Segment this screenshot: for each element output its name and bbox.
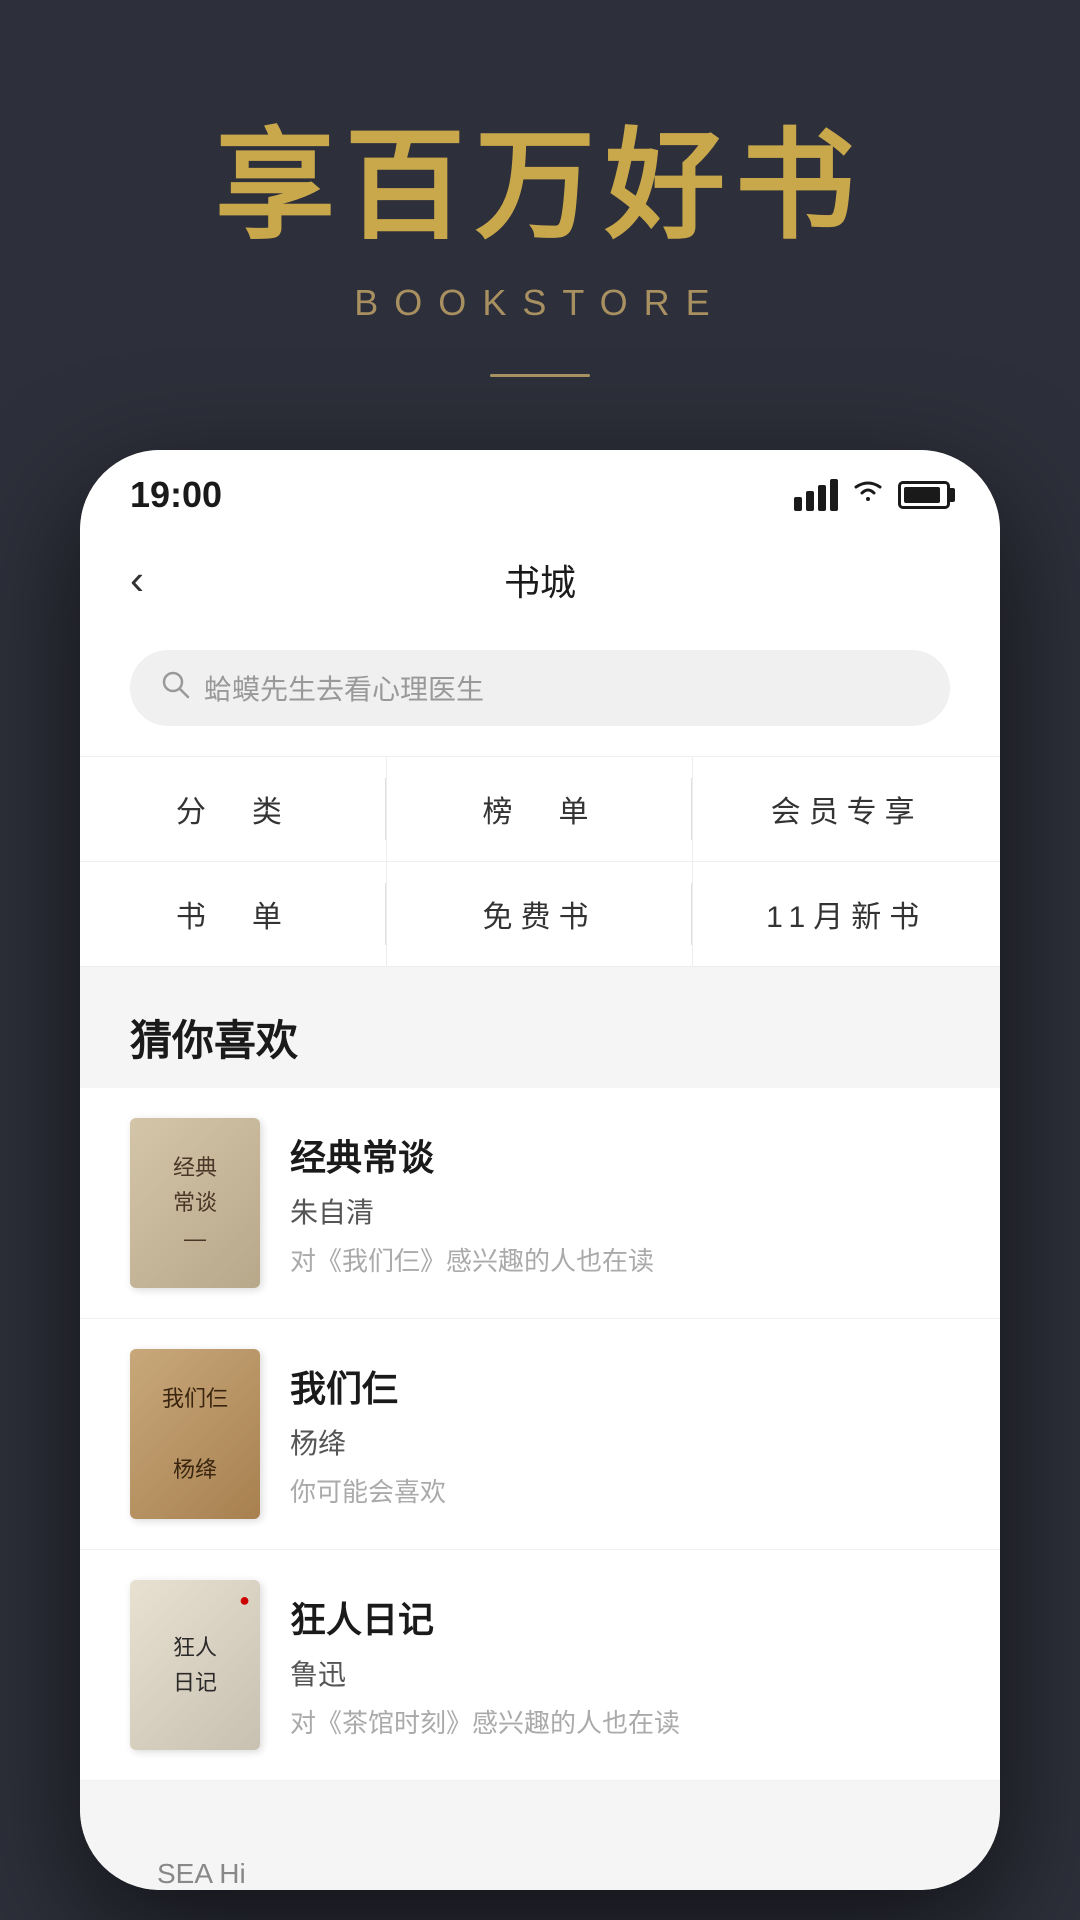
category-grid: 分 类 榜 单 会员专享 书 单 免费书 11月新书 [80,756,1000,967]
book-cover-text-1: 经典常谈— [173,1150,217,1256]
book-info-2: 我们仨 杨绛 你可能会喜欢 [290,1360,950,1509]
search-bar[interactable]: 蛤蟆先生去看心理医生 [130,650,950,726]
book-info-3: 狂人日记 鲁迅 对《茶馆时刻》感兴趣的人也在读 [290,1591,950,1740]
recommendations-header: 猜你喜欢 [80,967,1000,1088]
hero-section: 享百万好书 BOOKSTORE [0,0,1080,377]
book-title-3: 狂人日记 [290,1591,950,1643]
status-icons [794,477,950,513]
category-item-vip[interactable]: 会员专享 [693,757,1000,862]
bottom-hint-text: SEA Hi [157,1858,246,1890]
book-cover-text-2: 我们仨杨绛 [162,1381,228,1487]
search-container: 蛤蟆先生去看心理医生 [80,630,1000,756]
search-placeholder-text: 蛤蟆先生去看心理医生 [204,668,484,708]
category-item-free[interactable]: 免费书 [387,862,694,967]
signal-bar-3 [818,485,826,511]
hero-title: 享百万好书 [0,120,1080,252]
status-bar: 19:00 [80,450,1000,530]
category-item-rankings[interactable]: 榜 单 [387,757,694,862]
search-icon [160,669,190,707]
book-cover-2: 我们仨杨绛 [130,1349,260,1519]
book-list: 经典常谈— 经典常谈 朱自清 对《我们仨》感兴趣的人也在读 我们仨杨绛 我们仨 [80,1088,1000,1781]
recommendations-section: 猜你喜欢 经典常谈— 经典常谈 朱自清 对《我们仨》感兴趣的人也在读 [80,967,1000,1890]
wifi-icon [850,477,886,513]
back-button[interactable]: ‹ [130,559,144,601]
book-desc-1: 对《我们仨》感兴趣的人也在读 [290,1241,950,1278]
book-desc-3: 对《茶馆时刻》感兴趣的人也在读 [290,1703,950,1740]
signal-bar-4 [830,479,838,511]
book-cover-text-3: 狂人日记 [173,1630,217,1700]
nav-title: 书城 [504,554,576,606]
nav-bar: ‹ 书城 [80,530,1000,630]
signal-bar-2 [806,491,814,511]
book-author-2: 杨绛 [290,1422,950,1462]
book-desc-2: 你可能会喜欢 [290,1472,950,1509]
battery-icon [898,481,950,509]
status-time: 19:00 [130,474,222,516]
book-item-3[interactable]: ● 狂人日记 狂人日记 鲁迅 对《茶馆时刻》感兴趣的人也在读 [80,1550,1000,1781]
book-cover-3: ● 狂人日记 [130,1580,260,1750]
book-author-1: 朱自清 [290,1191,950,1231]
divider [385,778,386,840]
book-badge: ● [239,1590,250,1611]
book-item-2[interactable]: 我们仨杨绛 我们仨 杨绛 你可能会喜欢 [80,1319,1000,1550]
battery-fill [904,487,940,503]
divider [385,883,386,945]
category-item-classify[interactable]: 分 类 [80,757,387,862]
book-author-3: 鲁迅 [290,1653,950,1693]
signal-bar-1 [794,497,802,511]
book-cover-1: 经典常谈— [130,1118,260,1288]
book-item-1[interactable]: 经典常谈— 经典常谈 朱自清 对《我们仨》感兴趣的人也在读 [80,1088,1000,1319]
hero-subtitle: BOOKSTORE [0,282,1080,324]
phone-frame: 19:00 [80,450,1000,1890]
book-info-1: 经典常谈 朱自清 对《我们仨》感兴趣的人也在读 [290,1129,950,1278]
phone-inner: 19:00 [80,450,1000,1890]
divider [691,778,692,840]
hero-divider [490,374,590,377]
category-item-booklist[interactable]: 书 单 [80,862,387,967]
signal-icon [794,479,838,511]
category-item-new[interactable]: 11月新书 [693,862,1000,967]
book-title-2: 我们仨 [290,1360,950,1412]
divider [691,883,692,945]
book-title-1: 经典常谈 [290,1129,950,1181]
